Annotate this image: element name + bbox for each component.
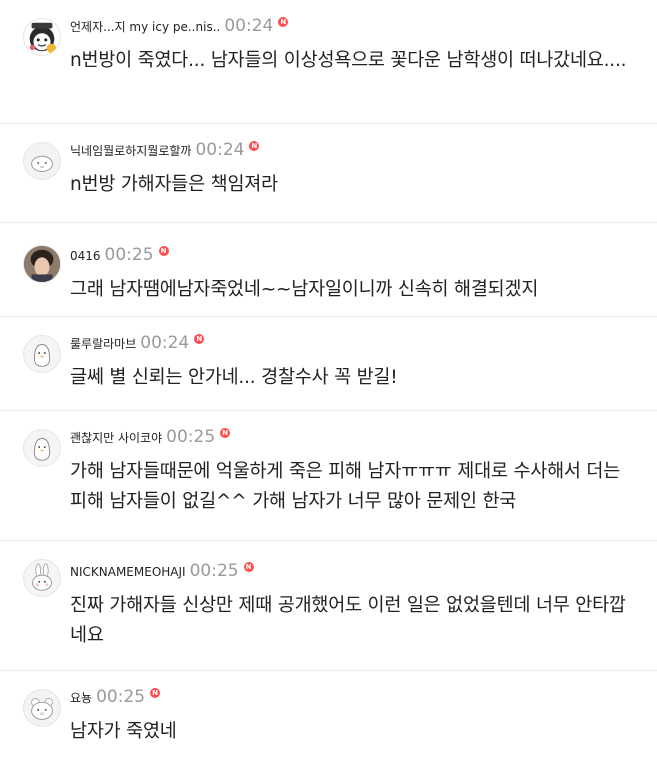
timestamp: 00:25 [96, 687, 146, 707]
new-badge: N [220, 428, 231, 438]
bear-doodle-avatar[interactable] [23, 689, 61, 727]
timestamp: 00:25 [166, 427, 216, 447]
nickname[interactable]: 0416 [70, 249, 101, 263]
mascot-avatar[interactable] [23, 18, 61, 56]
comment-item: 룰루랄라마브 00:24 N 글쎄 별 신뢰는 안가네... 경찰수사 꼭 받길… [0, 317, 657, 411]
comment-text: 가해 남자들때문에 억울하게 죽은 피해 남자ㅠㅠㅠ 제대로 수사해서 더는 피… [70, 461, 621, 512]
nickname[interactable]: 괜찮지만 사이코야 [70, 429, 162, 446]
comment-item: 0416 00:25 N 그래 남자땜에남자죽었네~~남자일이니까 신속히 해결… [0, 223, 657, 317]
new-badge: N [158, 246, 169, 256]
comment-text: 남자가 죽였네 [70, 721, 177, 742]
nickname[interactable]: 룰루랄라마브 [70, 335, 136, 352]
new-badge: N [194, 334, 205, 344]
new-badge: N [278, 17, 289, 27]
comment-meta: 0416 00:25 N [70, 245, 169, 265]
comment-meta: 룰루랄라마브 00:24 N [70, 333, 205, 353]
penguin-doodle-avatar[interactable] [23, 429, 61, 467]
comment-meta: 닉네임뭘로하지뭘로할까 00:24 N [70, 140, 260, 160]
comment-item: 닉네임뭘로하지뭘로할까 00:24 N n번방 가해자들은 책임져라 [0, 124, 657, 223]
blob-doodle-avatar[interactable] [23, 142, 61, 180]
timestamp: 00:24 [195, 140, 245, 160]
penguin-doodle-avatar[interactable] [23, 335, 61, 373]
timestamp: 00:25 [189, 561, 239, 581]
comment-text: 그래 남자땜에남자죽었네~~남자일이니까 신속히 해결되겠지 [70, 279, 539, 300]
comment-item: 언제자...지 my icy pe..nis.. 00:24 N n번방이 죽였… [0, 0, 657, 124]
comment-meta: NICKNAMEMEOHAJI 00:25 N [70, 561, 254, 581]
timestamp: 00:24 [224, 16, 274, 36]
nickname[interactable]: NICKNAMEMEOHAJI [70, 565, 186, 579]
nickname[interactable]: 닉네임뭘로하지뭘로할까 [70, 142, 191, 159]
comment-meta: 언제자...지 my icy pe..nis.. 00:24 N [70, 16, 289, 36]
comment-meta: 요뇽 00:25 N [70, 687, 161, 707]
comment-text: n번방 가해자들은 책임져라 [70, 174, 278, 195]
bunny-doodle-avatar[interactable] [23, 559, 61, 597]
photo-avatar[interactable] [23, 245, 61, 283]
timestamp: 00:24 [140, 333, 190, 353]
nickname[interactable]: 요뇽 [70, 689, 92, 706]
comment-item: 요뇽 00:25 N 남자가 죽였네 [0, 671, 657, 760]
comment-item: 괜찮지만 사이코야 00:25 N 가해 남자들때문에 억울하게 죽은 피해 남… [0, 411, 657, 541]
comment-text: n번방이 죽였다... 남자들의 이상성욕으로 꽃다운 남학생이 떠나갔네요..… [70, 50, 627, 71]
new-badge: N [243, 562, 254, 572]
comment-meta: 괜찮지만 사이코야 00:25 N [70, 427, 231, 447]
comment-text: 글쎄 별 신뢰는 안가네... 경찰수사 꼭 받길! [70, 367, 398, 388]
nickname[interactable]: 언제자...지 my icy pe..nis.. [70, 18, 220, 35]
new-badge: N [150, 688, 161, 698]
comment-item: NICKNAMEMEOHAJI 00:25 N 진짜 가해자들 신상만 제때 공… [0, 541, 657, 671]
new-badge: N [249, 141, 260, 151]
comment-text: 진짜 가해자들 신상만 제때 공개했어도 이런 일은 없었을텐데 너무 안타깝네… [70, 595, 626, 646]
timestamp: 00:25 [104, 245, 154, 265]
